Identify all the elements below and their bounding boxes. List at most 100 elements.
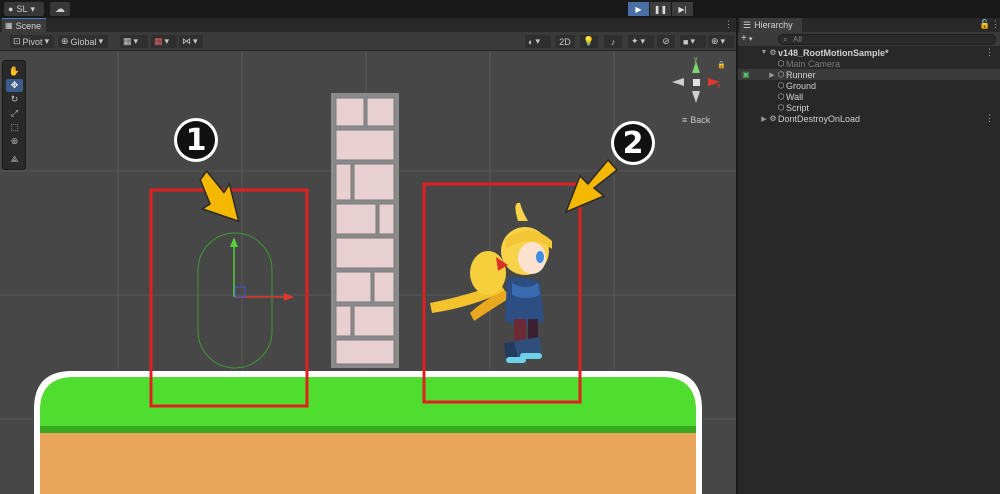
chevron-down-icon: ▾ [690, 36, 695, 46]
add-object-button[interactable]: + ▾ [741, 33, 752, 44]
marker-2-label: 2 [622, 125, 644, 161]
increment-snap-dropdown[interactable]: ⋈ ▾ [179, 35, 203, 48]
cube-icon: ⬡ [777, 103, 785, 112]
hierarchy-panel: ☰ Hierarchy 🔓 ⋮ + ▾ ⌕ All ▼ ⚙ v148_RootM… [738, 18, 1000, 494]
pivot-dropdown[interactable]: ⊡ Pivot ▾ [10, 35, 54, 48]
tab-hierarchy[interactable]: ☰ Hierarchy [740, 18, 802, 32]
pivot-icon: ⊡ [13, 36, 21, 46]
runner-character-sprite [430, 202, 552, 363]
gameobject-label: Script [786, 102, 810, 113]
scene-row-dontdestroy[interactable]: ▶ ⚙ DontDestroyOnLoad ⋮ [738, 113, 1000, 124]
prefab-state-icon: ▣ [742, 70, 750, 79]
expand-arrow-icon[interactable]: ▼ [760, 49, 768, 56]
chevron-down-icon: ▾ [164, 36, 170, 46]
unity-scene-icon: ⚙ [769, 48, 777, 57]
gameobject-row-wall[interactable]: ⬡ Wall [738, 91, 1000, 102]
row-menu-icon[interactable]: ⋮ [985, 113, 994, 124]
snap-icon: ▦ [154, 36, 163, 46]
lock-icon: 🔒 [717, 61, 726, 69]
grid-icon: ▦ [123, 36, 132, 46]
play-button[interactable]: ▶ [628, 2, 649, 16]
marker-1-label: 1 [185, 122, 207, 158]
menu-lines-icon: ≡ [682, 115, 688, 125]
scale-icon: ⤢ [10, 108, 19, 118]
account-dropdown[interactable]: ● SL ▾ [4, 2, 44, 16]
move-tool[interactable]: ✥ [6, 79, 23, 92]
gameobject-label: Main Camera [786, 58, 841, 69]
grid-icon: ▦ [5, 21, 13, 30]
chevron-down-icon: ▾ [98, 36, 104, 46]
pause-icon: ❚❚ [653, 4, 668, 14]
grid-visibility-dropdown[interactable]: ▦ ▾ [120, 35, 148, 48]
toggle-2d-button[interactable]: 2D [555, 35, 575, 48]
expand-arrow-icon[interactable]: ▶ [768, 71, 776, 79]
play-icon: ▶ [635, 4, 642, 14]
snap-dropdown[interactable]: ▦ ▾ [151, 35, 177, 48]
eye-slash-icon: ⊘ [662, 36, 670, 46]
hidden-objects-toggle[interactable]: ⊘ [657, 35, 675, 48]
chevron-down-icon: ▾ [748, 35, 753, 43]
runner-collider-gizmo [197, 232, 294, 369]
transform-icon: ⊛ [10, 136, 19, 146]
pivot-label: Pivot [22, 36, 43, 47]
rect-tool[interactable]: ⬚ [6, 121, 23, 134]
gizmos-icon: ⊕ [711, 36, 719, 46]
ground-sprite [34, 371, 702, 494]
gizmos-dropdown[interactable]: ⊕ ▾ [708, 35, 734, 48]
hierarchy-toolbar: + ▾ ⌕ All [738, 32, 1000, 46]
gameobject-row-script[interactable]: ⬡ Script [738, 102, 1000, 113]
user-icon: ● [8, 4, 14, 14]
lighting-toggle[interactable]: 💡 [580, 35, 598, 48]
move-icon: ✥ [10, 80, 19, 90]
row-menu-icon[interactable]: ⋮ [985, 47, 994, 58]
gameobject-label: Ground [786, 80, 817, 91]
gameobject-row-runner[interactable]: ▣ ▶ ⬡ Runner [738, 69, 1000, 80]
cube-icon: ⬡ [777, 70, 785, 79]
step-button[interactable]: ▶| [672, 2, 693, 16]
hierarchy-search-input[interactable]: ⌕ All [778, 34, 996, 45]
mode-2d-label: 2D [559, 36, 571, 47]
rotate-tool[interactable]: ↻ [6, 93, 23, 106]
effects-dropdown[interactable]: ✦ ▾ [628, 35, 654, 48]
shading-icon: ◐ [528, 36, 534, 47]
view-back-label[interactable]: ≡ Back [682, 115, 710, 125]
hierarchy-tabbar: ☰ Hierarchy 🔓 ⋮ [738, 18, 1000, 32]
hand-tool[interactable]: ✋ [6, 65, 23, 78]
pause-button[interactable]: ❚❚ [650, 2, 671, 16]
tab-scene[interactable]: ▦ Scene [2, 18, 46, 32]
transform-tool[interactable]: ⊛ [6, 135, 23, 148]
search-icon: ⌕ [783, 35, 788, 44]
scene-menu-icon[interactable]: ⋮ [724, 19, 733, 30]
global-dropdown[interactable]: ⊕ Global ▾ [58, 35, 108, 48]
step-icon: ▶| [678, 4, 687, 14]
cloud-icon: ☁ [55, 3, 65, 15]
globe-icon: ⊕ [61, 36, 69, 46]
custom-tool[interactable]: ⟁ [6, 153, 23, 166]
gameobject-row-main-camera[interactable]: ⬡ Main Camera [738, 58, 1000, 69]
scene-tabbar: ▦ Scene ⋮ [0, 18, 736, 32]
audio-toggle[interactable]: ♪ [604, 35, 622, 48]
draw-mode-dropdown[interactable]: ◐ ▾ [525, 35, 551, 48]
cloud-button[interactable]: ☁ [50, 2, 70, 16]
chevron-down-icon: ▾ [720, 36, 726, 46]
wall-sprite [331, 93, 399, 368]
camera-icon: ■ [683, 36, 689, 47]
audio-icon: ♪ [610, 36, 616, 47]
scene-row-root[interactable]: ▼ ⚙ v148_RootMotionSample* ⋮ [738, 47, 1000, 58]
hierarchy-menu-icon[interactable]: ⋮ [991, 19, 1000, 30]
back-label-text: Back [690, 115, 711, 125]
orientation-gizmo: y x 🔒 [672, 56, 726, 103]
scale-tool[interactable]: ⤢ [6, 107, 23, 120]
scene-name: v148_RootMotionSample* [778, 47, 889, 58]
chevron-down-icon: ▾ [133, 36, 139, 46]
custom-tool-icon: ⟁ [10, 154, 19, 164]
hierarchy-list: ▼ ⚙ v148_RootMotionSample* ⋮ ⬡ Main Came… [738, 47, 1000, 124]
light-bulb-icon: 💡 [583, 36, 595, 46]
gameobject-row-ground[interactable]: ⬡ Ground [738, 80, 1000, 91]
camera-dropdown[interactable]: ■ ▾ [680, 35, 706, 48]
lock-icon[interactable]: 🔓 [979, 19, 990, 30]
chevron-down-icon: ▾ [193, 36, 198, 46]
rotate-icon: ↻ [10, 94, 19, 104]
expand-arrow-icon[interactable]: ▶ [760, 115, 768, 123]
account-label: SL [16, 4, 28, 14]
